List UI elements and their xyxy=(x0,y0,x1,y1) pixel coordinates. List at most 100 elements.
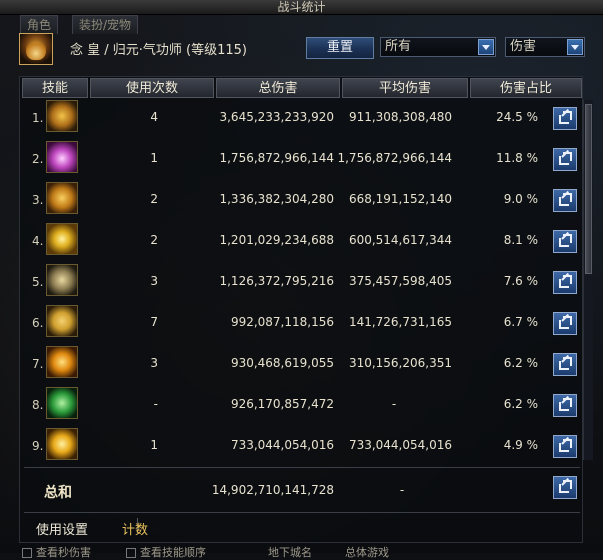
row-total-damage: 1,336,382,304,280 xyxy=(219,192,334,206)
row-damage-share: 9.0 % xyxy=(503,192,538,206)
row-damage-share: 6.2 % xyxy=(503,356,538,370)
filter-dropdown-value: 所有 xyxy=(385,39,412,54)
column-header-damage-share[interactable]: 伤害占比 xyxy=(470,78,582,98)
skill-icon xyxy=(46,346,78,378)
row-average-damage: 733,044,054,016 xyxy=(348,438,452,452)
row-damage-share: 4.9 % xyxy=(503,438,538,452)
share-icon[interactable] xyxy=(553,148,577,171)
filter-dropdown[interactable]: 所有 xyxy=(380,37,496,57)
share-icon[interactable] xyxy=(553,312,577,335)
row-uses: 3 xyxy=(150,274,158,288)
character-info: 念 皇 / 归元·气功师 (等级115) xyxy=(70,43,247,58)
share-icon[interactable] xyxy=(553,107,577,130)
tab-character[interactable]: 角色 xyxy=(20,15,59,34)
row-rank: 8. xyxy=(32,398,44,412)
table-row[interactable]: 3. 2 1,336,382,304,280 668,191,152,140 9… xyxy=(24,180,580,220)
row-total-damage: 733,044,054,016 xyxy=(230,438,334,452)
window-title: 战斗统计 xyxy=(277,0,326,14)
scrollbar-thumb[interactable] xyxy=(585,104,592,274)
summary-label: 总和 xyxy=(44,485,72,501)
skill-icon xyxy=(46,305,78,337)
table-row[interactable]: 6. 7 992,087,118,156 141,726,731,165 6.7… xyxy=(24,303,580,343)
row-rank: 7. xyxy=(32,357,44,371)
skill-icon xyxy=(46,264,78,296)
row-total-damage: 1,126,372,795,216 xyxy=(219,274,334,288)
share-icon[interactable] xyxy=(553,353,577,376)
row-uses: 7 xyxy=(150,315,158,329)
summary-divider xyxy=(24,467,580,468)
row-damage-share: 7.6 % xyxy=(503,274,538,288)
chevron-down-icon[interactable] xyxy=(478,39,494,55)
usage-settings-tab[interactable]: 使用设置 xyxy=(36,519,88,538)
skill-icon xyxy=(46,387,78,419)
row-average-damage: 310,156,206,351 xyxy=(348,356,452,370)
share-icon[interactable] xyxy=(553,394,577,417)
skill-icon xyxy=(46,100,78,132)
table-row[interactable]: 1. 4 3,645,233,233,920 911,308,308,480 2… xyxy=(24,98,580,138)
column-header-uses[interactable]: 使用次数 xyxy=(90,78,214,98)
window-title-bar[interactable]: 战斗统计 xyxy=(0,0,603,15)
row-damage-share: 6.2 % xyxy=(503,397,538,411)
character-avatar xyxy=(19,33,53,65)
reset-button[interactable]: 重置 xyxy=(306,37,374,59)
checkbox-icon[interactable] xyxy=(126,548,136,558)
table-row[interactable]: 2. 1 1,756,872,966,144 1,756,872,966,144… xyxy=(24,139,580,179)
skill-icon xyxy=(46,223,78,255)
stat-type-dropdown[interactable]: 伤害 xyxy=(505,37,585,57)
row-total-damage: 926,170,857,472 xyxy=(230,397,334,411)
row-total-damage: 1,201,029,234,688 xyxy=(219,233,334,247)
row-uses: 3 xyxy=(150,356,158,370)
row-uses: 2 xyxy=(150,192,158,206)
footer-bar: 使用设置 计数 xyxy=(24,512,580,539)
row-average-damage: 1,756,872,966,144 xyxy=(337,151,452,165)
share-icon[interactable] xyxy=(553,230,577,253)
table-row[interactable]: 5. 3 1,126,372,795,216 375,457,598,405 7… xyxy=(24,262,580,302)
count-tab[interactable]: 计数 xyxy=(122,519,148,538)
column-header-average-damage[interactable]: 平均伤害 xyxy=(342,78,468,98)
option-view-skill-order[interactable]: 查看技能顺序 xyxy=(126,544,206,560)
row-rank: 5. xyxy=(32,275,44,289)
row-rank: 1. xyxy=(32,111,44,125)
row-damage-share: 6.7 % xyxy=(503,315,538,329)
row-average-damage: 600,514,617,344 xyxy=(348,233,452,247)
option-dungeon-name[interactable]: 地下城名 xyxy=(268,544,312,560)
row-rank: 2. xyxy=(32,152,44,166)
row-total-damage: 930,468,619,055 xyxy=(230,356,334,370)
row-uses: 4 xyxy=(150,110,158,124)
row-uses: 1 xyxy=(150,438,158,452)
table-row[interactable]: 9. 1 733,044,054,016 733,044,054,016 4.9… xyxy=(24,426,580,466)
skill-icon xyxy=(46,182,78,214)
row-rank: 3. xyxy=(32,193,44,207)
skill-icon xyxy=(46,141,78,173)
share-icon[interactable] xyxy=(553,189,577,212)
summary-average-damage: - xyxy=(399,483,405,497)
share-icon[interactable] xyxy=(553,435,577,458)
row-damage-share: 8.1 % xyxy=(503,233,538,247)
table-row[interactable]: 7. 3 930,468,619,055 310,156,206,351 6.2… xyxy=(24,344,580,384)
chevron-down-icon[interactable] xyxy=(567,39,583,55)
share-icon[interactable] xyxy=(553,476,577,499)
row-average-damage: 911,308,308,480 xyxy=(348,110,452,124)
stat-type-dropdown-value: 伤害 xyxy=(510,39,537,54)
table-scrollbar[interactable] xyxy=(583,100,593,460)
column-header-skill[interactable]: 技能 xyxy=(22,78,88,98)
column-header-total-damage[interactable]: 总伤害 xyxy=(216,78,340,98)
row-total-damage: 992,087,118,156 xyxy=(230,315,334,329)
checkbox-icon[interactable] xyxy=(22,548,32,558)
row-uses: 1 xyxy=(150,151,158,165)
row-average-damage: 141,726,731,165 xyxy=(348,315,452,329)
row-total-damage: 3,645,233,233,920 xyxy=(219,110,334,124)
share-icon[interactable] xyxy=(553,271,577,294)
row-average-damage: 375,457,598,405 xyxy=(348,274,452,288)
option-view-dps[interactable]: 查看秒伤害 xyxy=(22,544,91,560)
summary-total-damage: 14,902,710,141,728 xyxy=(211,483,334,497)
table-row[interactable]: 8. - 926,170,857,472 - 6.2 % xyxy=(24,385,580,425)
tab-outfit-pet[interactable]: 装扮/宠物 xyxy=(72,15,139,34)
row-average-damage: 668,191,152,140 xyxy=(348,192,452,206)
table-row[interactable]: 4. 2 1,201,029,234,688 600,514,617,344 8… xyxy=(24,221,580,261)
option-overall-game[interactable]: 总体游戏 xyxy=(345,544,389,560)
row-uses: - xyxy=(153,397,158,411)
row-rank: 4. xyxy=(32,234,44,248)
row-rank: 9. xyxy=(32,439,44,453)
row-damage-share: 11.8 % xyxy=(496,151,538,165)
